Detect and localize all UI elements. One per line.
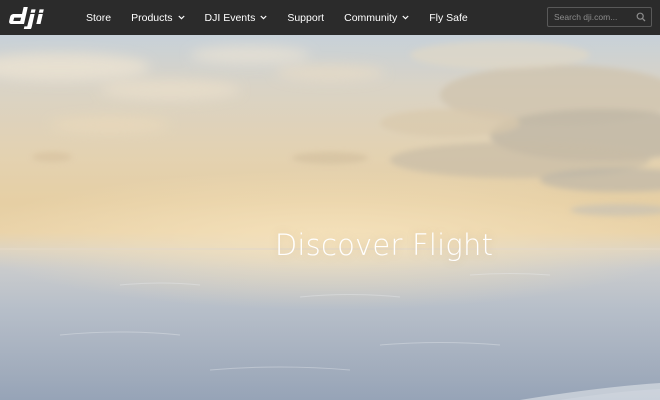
hero-banner: Discover Flight — [0, 35, 660, 400]
nav-dji-events-label: DJI Events — [204, 11, 256, 24]
nav-products-label: Products — [131, 11, 173, 24]
nav-community-label: Community — [344, 11, 398, 24]
magnifier-icon[interactable] — [636, 12, 646, 22]
nav-store[interactable]: Store — [76, 0, 121, 35]
top-navigation-bar: Store Products DJI Events Support Commun… — [0, 0, 660, 35]
chevron-down-icon — [402, 15, 409, 20]
nav-fly-safe[interactable]: Fly Safe — [419, 0, 478, 35]
nav-support-label: Support — [287, 11, 325, 24]
search-box — [547, 7, 652, 27]
main-nav: Store Products DJI Events Support Commun… — [76, 0, 478, 35]
nav-store-label: Store — [86, 11, 112, 24]
nav-products[interactable]: Products — [121, 0, 194, 35]
nav-fly-safe-label: Fly Safe — [429, 11, 468, 24]
chevron-down-icon — [260, 15, 267, 20]
nav-dji-events[interactable]: DJI Events — [195, 0, 278, 35]
nav-community[interactable]: Community — [334, 0, 419, 35]
nav-support[interactable]: Support — [277, 0, 334, 35]
hero-background-image — [0, 41, 660, 400]
search-input[interactable] — [548, 8, 634, 26]
hero-title: Discover Flight — [274, 228, 494, 262]
page: Store Products DJI Events Support Commun… — [0, 0, 660, 400]
dji-logo[interactable] — [8, 5, 52, 29]
chevron-down-icon — [177, 15, 185, 20]
